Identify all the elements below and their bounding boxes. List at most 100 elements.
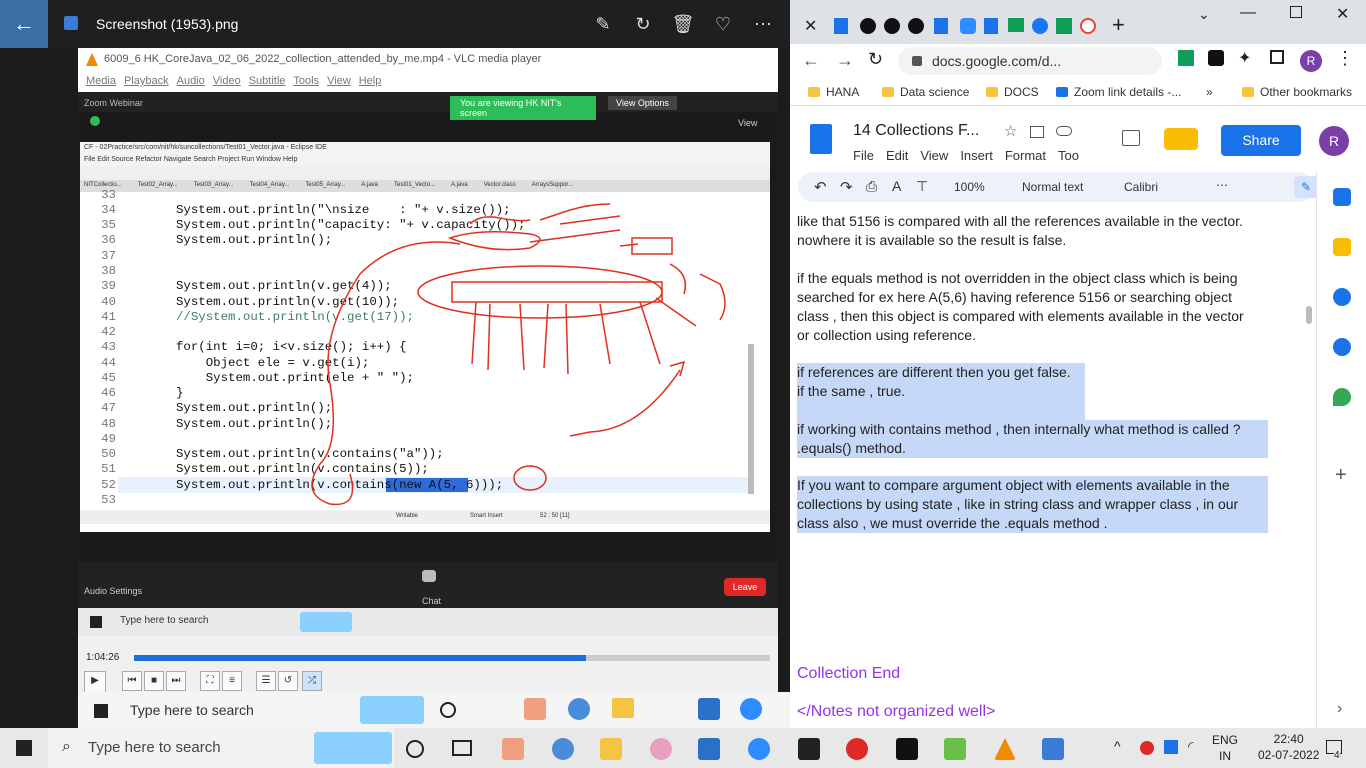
github-tab-icon[interactable] — [884, 18, 900, 34]
tray-record-icon[interactable] — [1140, 741, 1154, 755]
windows-icon[interactable] — [90, 616, 102, 628]
more-tools-icon[interactable]: ⋯ — [1216, 178, 1228, 192]
github-tab-icon[interactable] — [908, 18, 924, 34]
style-select[interactable]: Normal text — [1022, 180, 1083, 194]
maps-icon[interactable] — [1333, 388, 1351, 406]
search-box[interactable]: Type here to search — [130, 702, 254, 718]
loop-button[interactable]: ↺ — [278, 671, 298, 691]
docs-logo-icon[interactable] — [810, 124, 832, 154]
bookmark-zoom[interactable]: Zoom link details -... — [1056, 85, 1181, 99]
bookmark-hana[interactable]: HANA — [808, 85, 859, 99]
extended-settings-button[interactable]: ≡ — [222, 671, 242, 691]
editor-tab[interactable]: Test03_Array... — [194, 182, 234, 188]
undo-icon[interactable]: ↶ — [814, 178, 827, 196]
folder-icon[interactable] — [612, 698, 634, 718]
comments-icon[interactable] — [1122, 130, 1140, 146]
previous-button[interactable]: ⏮ — [122, 671, 142, 691]
ecl-menu-item[interactable]: Project — [218, 156, 240, 163]
powerpoint-icon[interactable] — [502, 738, 524, 760]
playlist-button[interactable]: ☰ — [256, 671, 276, 691]
ecl-menu-item[interactable]: Help — [283, 156, 297, 163]
heart-icon[interactable]: ♡ — [711, 12, 735, 36]
new-tab-icon[interactable]: + — [1112, 12, 1125, 38]
tab-search-icon[interactable]: ⌄ — [1198, 6, 1210, 23]
next-button[interactable]: ⏭ — [166, 671, 186, 691]
fullscreen-button[interactable]: ⛶ — [200, 671, 220, 691]
star-icon[interactable]: ☆ — [1004, 122, 1017, 140]
menu-tools[interactable]: Tools — [293, 75, 319, 87]
chat-icon[interactable] — [422, 570, 436, 582]
chrome-icon[interactable] — [552, 738, 574, 760]
spellcheck-icon[interactable]: A — [892, 178, 901, 194]
ecl-menu-item[interactable]: Run — [241, 156, 254, 163]
minimize-icon[interactable]: — — [1240, 4, 1256, 22]
wifi-icon[interactable]: ◜ — [1188, 738, 1193, 755]
account-avatar[interactable]: R — [1319, 126, 1349, 156]
doc-scrollbar[interactable] — [1306, 306, 1312, 324]
facebook-tab-icon[interactable] — [1032, 18, 1048, 34]
task-view-icon[interactable] — [452, 740, 472, 756]
ecl-menu-item[interactable]: Window — [256, 156, 281, 163]
zoom-tab-icon[interactable] — [960, 18, 976, 34]
cortana-icon[interactable] — [406, 740, 424, 758]
stop-button[interactable]: ■ — [144, 671, 164, 691]
contacts-icon[interactable] — [1333, 338, 1351, 356]
maximize-icon[interactable] — [1290, 6, 1302, 18]
docs-menu-format[interactable]: Format — [1005, 148, 1046, 163]
code-editor[interactable]: 33 34 System.out.println("\nsize : "+ v.s… — [80, 188, 756, 508]
store-icon[interactable] — [698, 698, 720, 720]
shuffle-button[interactable]: ⤮ — [302, 671, 322, 691]
clock[interactable]: 22:40 02-07-2022 — [1258, 731, 1319, 763]
back-button[interactable]: ← — [0, 0, 48, 48]
print-icon[interactable]: ⎙ — [866, 178, 877, 195]
ecl-menu-item[interactable]: Navigate — [164, 156, 192, 163]
bookmark-other[interactable]: Other bookmarks — [1242, 85, 1352, 99]
profile-avatar[interactable]: R — [1300, 50, 1322, 72]
forward-arrow-icon[interactable]: → — [836, 50, 854, 71]
add-addon-icon[interactable]: + — [1335, 464, 1347, 487]
tasks-icon[interactable] — [1333, 288, 1351, 306]
bookmarks-overflow[interactable]: » — [1206, 85, 1213, 99]
share-button[interactable]: Share — [1221, 125, 1301, 156]
view-options-button[interactable]: View Options — [608, 96, 677, 110]
start-icon[interactable] — [16, 740, 32, 756]
powerpoint-icon[interactable] — [524, 698, 546, 720]
chrome-menu-icon[interactable]: ⋮ — [1336, 48, 1354, 69]
editor-tab[interactable]: Vector.class — [484, 182, 516, 188]
editor-tab[interactable]: Test02_Array... — [138, 182, 178, 188]
zoom-icon[interactable] — [740, 698, 762, 720]
docs-menu-insert[interactable]: Insert — [960, 148, 993, 163]
bookmark-docs[interactable]: DOCS — [986, 85, 1039, 99]
document-title[interactable]: 14 Collections F... — [853, 122, 979, 140]
side-panel-icon[interactable] — [1270, 50, 1284, 64]
play-button[interactable]: ▶ — [84, 671, 106, 693]
editor-tab-active[interactable]: Test01_Vecto... — [394, 182, 435, 188]
docs-tab-icon[interactable] — [984, 18, 998, 34]
terminal-icon[interactable] — [896, 738, 918, 760]
windows-icon[interactable] — [94, 704, 108, 718]
ecl-menu-item[interactable]: Source — [111, 156, 133, 163]
paint-format-icon[interactable]: ⊤ — [916, 178, 928, 195]
ecl-menu-item[interactable]: File — [84, 156, 95, 163]
docs-tab-icon[interactable] — [934, 18, 948, 34]
puzzle-icon[interactable]: ✦ — [1238, 48, 1251, 68]
bookmark-data-science[interactable]: Data science — [882, 85, 969, 99]
drive-tab-icon[interactable] — [1008, 18, 1024, 32]
calendar-icon[interactable] — [1333, 188, 1351, 206]
cortana-icon[interactable] — [440, 702, 456, 718]
menu-view[interactable]: View — [327, 75, 351, 87]
docs-menu-file[interactable]: File — [853, 148, 874, 163]
leave-button[interactable]: Leave — [724, 578, 766, 596]
tray-app-icon[interactable] — [1164, 740, 1178, 754]
meet-icon[interactable] — [1164, 128, 1198, 150]
menu-playback[interactable]: Playback — [124, 75, 169, 87]
edit-icon[interactable]: ✎ — [591, 12, 615, 36]
menu-video[interactable]: Video — [213, 75, 241, 87]
editor-tab[interactable]: A.java — [361, 182, 378, 188]
chat-label[interactable]: Chat — [422, 596, 441, 606]
omnibox[interactable]: docs.google.com/d... — [898, 47, 1162, 75]
back-arrow-icon[interactable]: ← — [802, 50, 820, 71]
vlc-icon[interactable] — [994, 738, 1016, 760]
delete-icon[interactable]: 🗑 — [671, 12, 695, 36]
expand-panel-icon[interactable]: › — [1337, 700, 1342, 718]
